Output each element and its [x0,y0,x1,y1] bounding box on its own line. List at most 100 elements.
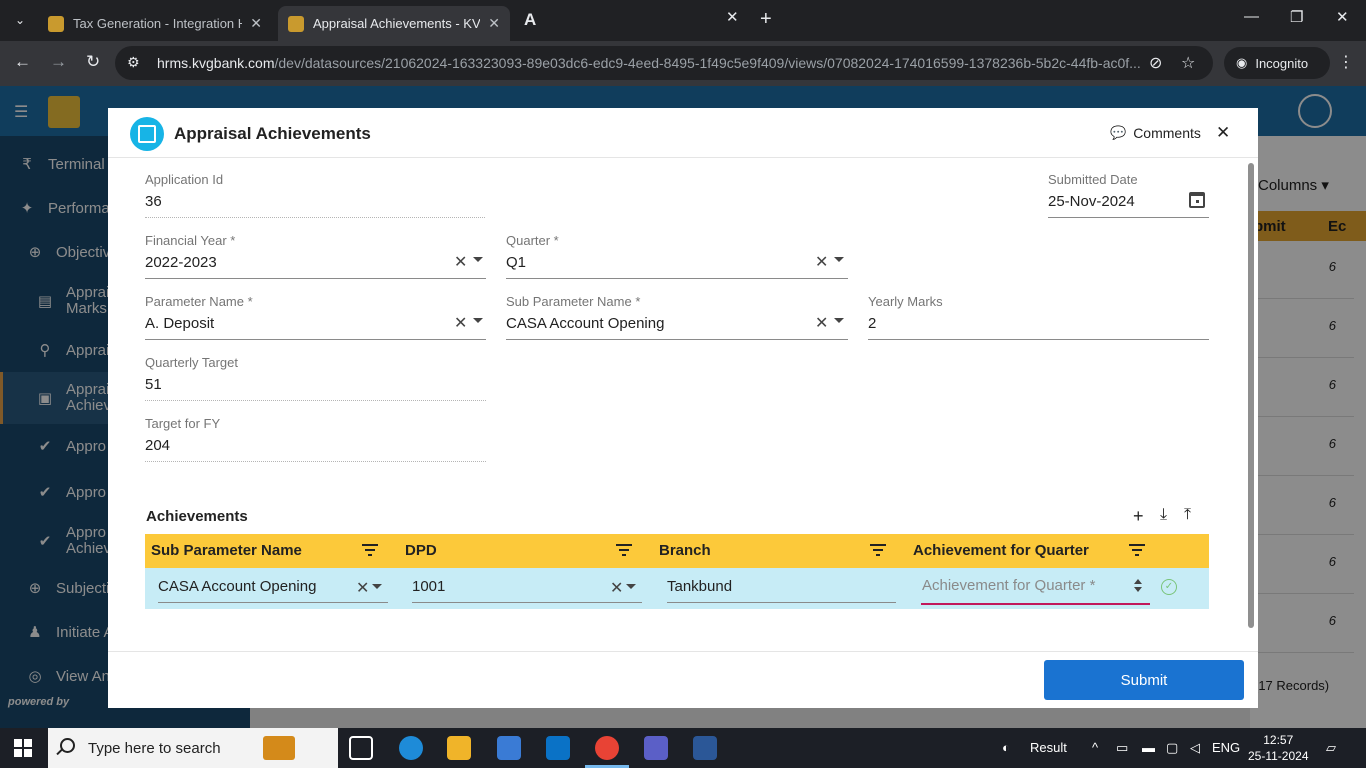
taskbar-search[interactable]: Type here to search [48,728,338,768]
display-icon[interactable]: ▢ [1166,740,1178,756]
field-value: 2022-2023 [145,254,217,271]
forward-button[interactable]: → [50,52,67,72]
new-tab-button[interactable]: + [760,8,772,31]
filter-icon[interactable] [870,544,886,556]
cell-underline [412,602,642,603]
cell-value: Tankbund [667,578,733,595]
close-tab-icon[interactable]: ✕ [488,15,500,32]
reload-button[interactable]: ↻ [86,52,100,72]
check-circle-icon[interactable]: ✓ [1161,579,1177,595]
chevron-down-icon[interactable] [372,584,382,589]
site-favicon-icon [288,15,304,32]
notifications-icon[interactable]: ▱ [1326,740,1336,756]
submitted-date-field[interactable]: Submitted Date 25-Nov-2024 [1048,172,1209,220]
form-icon [130,117,164,151]
column-header: Branch [659,542,711,559]
clear-icon[interactable]: ✕ [610,578,623,598]
field-value: A. Deposit [145,315,215,332]
teams-icon[interactable] [644,736,668,760]
edge-icon[interactable] [399,736,423,760]
table-row: CASA Account Opening ✕ 1001 ✕ Tankbund ✓ [145,568,1209,609]
chevron-down-icon[interactable] [834,257,844,262]
clear-icon[interactable]: ✕ [454,313,467,333]
url-domain: hrms.kvgbank.com [157,55,275,71]
clear-icon[interactable]: ✕ [356,578,369,598]
number-stepper-icon[interactable] [1134,579,1143,593]
field-value: Q1 [506,254,527,271]
field-label: Quarterly Target [145,355,238,370]
task-view-icon[interactable] [349,736,373,760]
filter-icon[interactable] [616,544,632,556]
battery-icon[interactable]: ▬ [1142,740,1155,755]
browser-tab[interactable]: Tax Generation - Integration Hub ✕ [38,6,272,41]
site-info-icon[interactable]: ⚙ [127,54,140,71]
field-value: 2 [868,315,877,332]
filter-icon[interactable] [1129,544,1145,556]
incognito-badge[interactable]: ◉ Incognito [1224,47,1330,79]
tray-chevron-icon[interactable]: ^ [1092,740,1098,755]
cell-value: CASA Account Opening [158,578,317,595]
sub-parameter-name-select[interactable]: Sub Parameter Name * CASA Account Openin… [506,294,848,342]
search-placeholder: Type here to search [88,740,221,757]
filter-icon[interactable] [362,544,378,556]
minimize-window-button[interactable]: — [1244,8,1259,25]
close-window-button[interactable]: ✕ [1336,8,1349,26]
chevron-down-icon[interactable] [834,318,844,323]
store-icon[interactable] [497,736,521,760]
address-bar[interactable]: ⚙ hrms.kvgbank.com/dev/datasources/21062… [115,46,1213,80]
close-tab-icon[interactable]: ✕ [250,15,262,32]
language-indicator[interactable]: ENG [1212,740,1240,755]
network-icon[interactable]: ▭ [1116,740,1128,756]
clear-icon[interactable]: ✕ [815,252,828,272]
url-text[interactable]: hrms.kvgbank.com/dev/datasources/2106202… [157,55,1147,71]
browser-tab-active[interactable]: Appraisal Achievements - KVGB ✕ [278,6,510,41]
field-value: 51 [145,376,162,393]
word-icon[interactable] [693,736,717,760]
weather-label[interactable]: Result [1030,740,1067,755]
download-icon[interactable]: ⤓ [1160,506,1167,524]
dialog-scrollbar[interactable] [1248,163,1254,628]
weather-icon[interactable]: ◐ [1002,740,1010,755]
chrome-icon[interactable] [595,736,619,760]
outlook-icon[interactable] [546,736,570,760]
bookmark-star-icon[interactable]: ☆ [1181,53,1195,73]
field-label: Application Id [145,172,224,187]
achievements-heading: Achievements [146,508,248,525]
eye-off-icon[interactable]: ⊘ [1149,53,1162,73]
yearly-marks-field[interactable]: Yearly Marks 2 [868,294,1209,342]
back-button[interactable]: ← [14,52,31,72]
tab-favicon-a[interactable]: A [524,10,536,30]
financial-year-select[interactable]: Financial Year * 2022-2023 ✕ [145,233,486,281]
clock[interactable]: 12:57 25-11-2024 [1248,732,1309,764]
chevron-down-icon[interactable] [473,318,483,323]
clock-time: 12:57 [1263,733,1294,747]
cell-value: 1001 [412,578,446,595]
quarter-select[interactable]: Quarter * Q1 ✕ [506,233,848,281]
field-underline [868,339,1209,340]
comments-button[interactable]: 💬 Comments [1110,125,1201,141]
sub-parameter-cell-select[interactable]: CASA Account Opening ✕ [158,568,388,605]
tab-search-button[interactable]: ⌄ [8,8,32,32]
add-row-icon[interactable]: + [1133,506,1144,527]
calendar-icon[interactable] [1189,192,1205,208]
close-icon[interactable]: ✕ [1216,123,1230,143]
achievement-for-quarter-input[interactable] [921,568,1150,605]
chevron-down-icon[interactable] [473,257,483,262]
parameter-name-select[interactable]: Parameter Name * A. Deposit ✕ [145,294,486,342]
branch-cell[interactable]: Tankbund [667,568,896,605]
close-tab-icon[interactable]: ✕ [726,8,739,26]
chevron-down-icon[interactable] [626,584,636,589]
dpd-cell-select[interactable]: 1001 ✕ [412,568,642,605]
clear-icon[interactable]: ✕ [454,252,467,272]
windows-start-icon[interactable] [14,739,32,757]
clear-icon[interactable]: ✕ [815,313,828,333]
upload-icon[interactable]: ⤒ [1184,506,1191,524]
submit-button[interactable]: Submit [1044,660,1244,700]
table-header: Sub Parameter Name DPD Branch Achievemen… [145,534,1209,568]
file-explorer-icon[interactable] [447,736,471,760]
column-header: Sub Parameter Name [151,542,302,559]
volume-icon[interactable]: ◁ [1190,740,1200,756]
restore-window-button[interactable]: ❐ [1290,8,1303,26]
appraisal-achievements-dialog: Appraisal Achievements 💬 Comments ✕ Appl… [108,108,1258,708]
browser-menu-icon[interactable]: ⋮ [1338,52,1354,72]
